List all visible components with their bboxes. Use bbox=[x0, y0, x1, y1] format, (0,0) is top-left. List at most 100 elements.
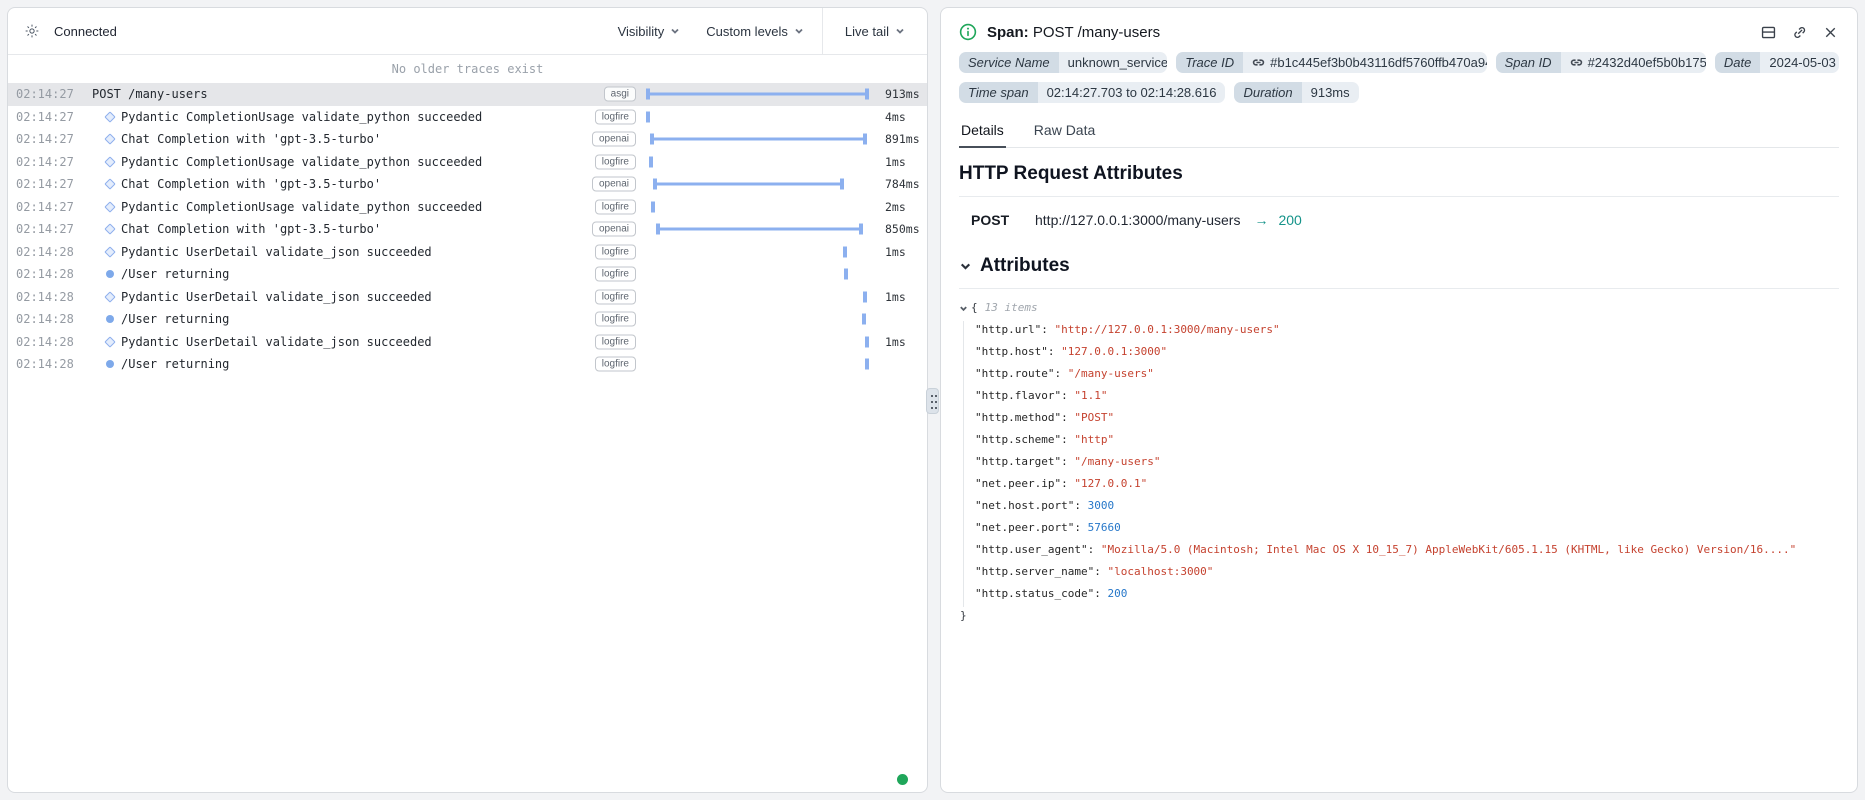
scope-badge: openai bbox=[592, 177, 636, 192]
row-timestamp: 02:14:27 bbox=[16, 177, 74, 191]
attributes-section-heading: Attributes bbox=[959, 255, 1839, 277]
divider bbox=[959, 288, 1839, 289]
scope-badge: asgi bbox=[604, 87, 636, 102]
chevron-down-icon bbox=[670, 26, 680, 36]
row-label: Pydantic UserDetail validate_json succee… bbox=[121, 245, 432, 259]
diamond-icon bbox=[104, 336, 115, 347]
row-label: Chat Completion with 'gpt-3.5-turbo' bbox=[121, 222, 381, 236]
trace-row[interactable]: 02:14:27 POST /many-users asgi 913ms bbox=[8, 83, 927, 106]
trace-row[interactable]: 02:14:28 Pydantic UserDetail validate_js… bbox=[8, 241, 927, 264]
meta-label: Service Name bbox=[959, 52, 1059, 73]
attribute-value: "http" bbox=[1074, 433, 1114, 446]
meta-label: Time span bbox=[959, 82, 1038, 103]
row-timestamp: 02:14:28 bbox=[16, 245, 74, 259]
panel-resize-handle[interactable] bbox=[926, 388, 939, 414]
trace-row[interactable]: 02:14:28 Pydantic UserDetail validate_js… bbox=[8, 331, 927, 354]
attribute-entry: "http.host": "127.0.0.1:3000" bbox=[975, 341, 1839, 363]
timeline-track bbox=[646, 263, 869, 286]
trace-row[interactable]: 02:14:27 Pydantic CompletionUsage valida… bbox=[8, 196, 927, 219]
timeline-track bbox=[646, 151, 869, 174]
attribute-value: "127.0.0.1" bbox=[1074, 477, 1147, 490]
row-label: Pydantic UserDetail validate_json succee… bbox=[121, 335, 432, 349]
trace-row[interactable]: 02:14:28 /User returning logfire bbox=[8, 353, 927, 376]
timeline-track bbox=[646, 83, 869, 106]
attribute-entry: "http.status_code": 200 bbox=[975, 583, 1839, 605]
diamond-icon bbox=[104, 246, 115, 257]
tab-details[interactable]: Details bbox=[959, 118, 1006, 148]
trace-list-toolbar: Connected Visibility Custom levels Live … bbox=[8, 8, 927, 55]
row-timestamp: 02:14:28 bbox=[16, 312, 74, 326]
trace-row[interactable]: 02:14:27 Chat Completion with 'gpt-3.5-t… bbox=[8, 173, 927, 196]
row-label: /User returning bbox=[121, 312, 229, 326]
trace-row[interactable]: 02:14:28 /User returning logfire bbox=[8, 263, 927, 286]
row-duration: 784ms bbox=[885, 177, 920, 191]
span-detail-header: Span: POST /many-users bbox=[959, 8, 1839, 43]
span-detail-panel: Span: POST /many-users Service N bbox=[940, 7, 1858, 793]
link-icon bbox=[1252, 56, 1265, 69]
meta-value[interactable]: #b1c445ef3b0b43116df5760ffb470a94 bbox=[1243, 52, 1486, 73]
row-timestamp: 02:14:27 bbox=[16, 132, 74, 146]
row-label: /User returning bbox=[121, 267, 229, 281]
live-status-dot bbox=[897, 774, 908, 785]
row-timestamp: 02:14:28 bbox=[16, 357, 74, 371]
timeline-track bbox=[646, 286, 869, 309]
collapse-section-icon[interactable] bbox=[959, 260, 972, 273]
copy-link-icon[interactable] bbox=[1791, 24, 1808, 41]
attribute-key: "http.flavor" bbox=[975, 389, 1061, 402]
meta-label: Span ID bbox=[1496, 52, 1561, 73]
row-duration: 1ms bbox=[885, 245, 906, 259]
trace-row[interactable]: 02:14:27 Chat Completion with 'gpt-3.5-t… bbox=[8, 128, 927, 151]
span-duration-bar bbox=[653, 179, 844, 190]
span-tick-bar bbox=[862, 314, 866, 325]
scope-badge: logfire bbox=[595, 154, 636, 169]
trace-row[interactable]: 02:14:28 Pydantic UserDetail validate_js… bbox=[8, 286, 927, 309]
custom-levels-dropdown[interactable]: Custom levels bbox=[706, 24, 804, 39]
scope-badge: logfire bbox=[595, 312, 636, 327]
meta-value[interactable]: #2432d40ef5b0b175 bbox=[1561, 52, 1706, 73]
meta-label: Date bbox=[1715, 52, 1760, 73]
live-tail-dropdown[interactable]: Live tail bbox=[845, 24, 905, 39]
visibility-dropdown[interactable]: Visibility bbox=[618, 24, 681, 39]
trace-row[interactable]: 02:14:27 Pydantic CompletionUsage valida… bbox=[8, 106, 927, 129]
trace-row[interactable]: 02:14:27 Pydantic CompletionUsage valida… bbox=[8, 151, 927, 174]
span-tick-bar bbox=[844, 269, 848, 280]
row-duration: 1ms bbox=[885, 155, 906, 169]
close-icon[interactable] bbox=[1822, 24, 1839, 41]
attribute-value: "Mozilla/5.0 (Macintosh; Intel Mac OS X … bbox=[1101, 543, 1796, 556]
indent-guide bbox=[963, 321, 964, 607]
timeline-track bbox=[646, 241, 869, 264]
span-tick-bar bbox=[865, 336, 869, 347]
split-view-icon[interactable] bbox=[1760, 24, 1777, 41]
row-label: /User returning bbox=[121, 357, 229, 371]
meta-badge-time-span: Time span 02:14:27.703 to 02:14:28.616 bbox=[959, 82, 1225, 103]
row-duration: 850ms bbox=[885, 222, 920, 236]
circle-icon bbox=[106, 360, 114, 368]
collapse-node-icon[interactable] bbox=[959, 304, 968, 313]
attribute-entry: "net.host.port": 3000 bbox=[975, 495, 1839, 517]
timeline-track bbox=[646, 218, 869, 241]
diamond-icon bbox=[104, 156, 115, 167]
attribute-value: 3000 bbox=[1088, 499, 1115, 512]
detail-tabs: Details Raw Data bbox=[959, 118, 1839, 148]
chevron-down-icon bbox=[794, 26, 804, 36]
divider bbox=[959, 196, 1839, 197]
trace-row[interactable]: 02:14:28 /User returning logfire bbox=[8, 308, 927, 331]
timeline-track bbox=[646, 331, 869, 354]
span-meta-row-1: Service Name unknown_service Trace ID #b… bbox=[959, 52, 1839, 73]
span-duration-bar bbox=[646, 89, 869, 100]
attribute-key: "http.url" bbox=[975, 323, 1041, 336]
open-brace: { bbox=[971, 297, 978, 319]
tab-raw-data[interactable]: Raw Data bbox=[1032, 118, 1097, 147]
attribute-key: "net.peer.port" bbox=[975, 521, 1074, 534]
span-tick-bar bbox=[865, 359, 869, 370]
scope-badge: logfire bbox=[595, 199, 636, 214]
meta-label: Trace ID bbox=[1176, 52, 1243, 73]
http-method: POST bbox=[971, 212, 1035, 228]
trace-row[interactable]: 02:14:27 Chat Completion with 'gpt-3.5-t… bbox=[8, 218, 927, 241]
timeline-track bbox=[646, 106, 869, 129]
settings-gear-icon[interactable] bbox=[24, 23, 40, 39]
span-tick-bar bbox=[646, 111, 650, 122]
meta-badge-date: Date 2024-05-03 bbox=[1715, 52, 1839, 73]
attribute-entry: "http.flavor": "1.1" bbox=[975, 385, 1839, 407]
attribute-value: "127.0.0.1:3000" bbox=[1061, 345, 1167, 358]
